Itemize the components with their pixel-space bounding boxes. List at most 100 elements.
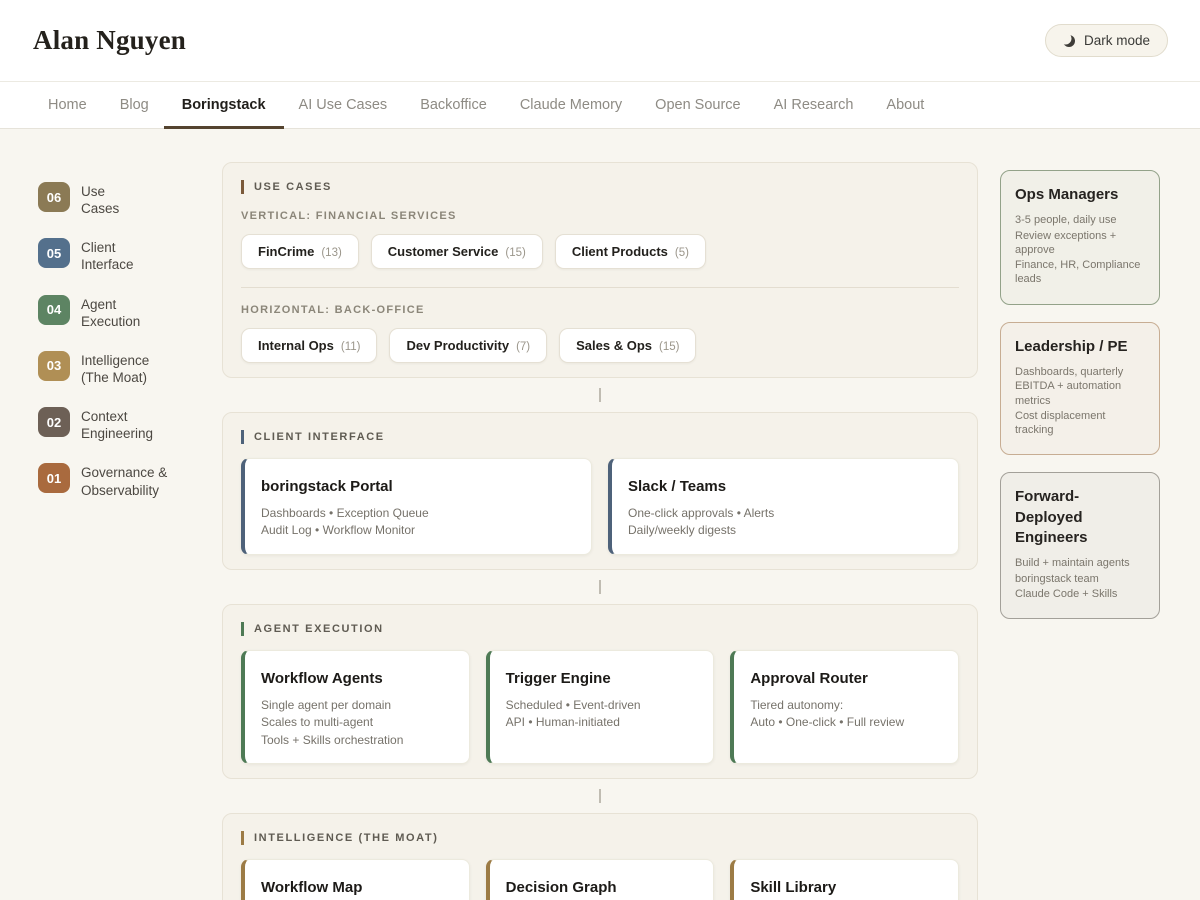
nav-item-boringstack[interactable]: Boringstack <box>182 82 266 128</box>
pill-sales-ops[interactable]: Sales & Ops (15) <box>559 328 696 363</box>
nav-item-ai-research[interactable]: AI Research <box>774 82 854 128</box>
pill-count: (13) <box>321 247 341 259</box>
persona-card-leadership-pe: Leadership / PE Dashboards, quarterly EB… <box>1000 322 1160 456</box>
section-header: CLIENT INTERFACE <box>241 430 959 444</box>
nav-item-ai-use-cases[interactable]: AI Use Cases <box>299 82 388 128</box>
nav-item-home[interactable]: Home <box>48 82 87 128</box>
persona-title: Forward-Deployed Engineers <box>1015 487 1145 548</box>
sidebar-item-use-cases[interactable]: 06 Use Cases <box>38 182 200 217</box>
card-title: Decision Graph <box>506 879 698 896</box>
sidebar-item-agent-execution[interactable]: 04 Agent Execution <box>38 295 200 330</box>
nav-item-blog[interactable]: Blog <box>120 82 149 128</box>
sidebar-item-label: Context Engineering <box>81 407 153 442</box>
persona-line: Build + maintain agents <box>1015 556 1145 570</box>
group-heading-vertical: VERTICAL: FINANCIAL SERVICES <box>241 210 959 222</box>
persona-title: Leadership / PE <box>1015 337 1145 357</box>
section-accent-bar <box>241 622 244 636</box>
sidebar-item-label: Intelligence (The Moat) <box>81 351 149 386</box>
nav-item-backoffice[interactable]: Backoffice <box>420 82 487 128</box>
dark-mode-label: Dark mode <box>1084 33 1150 48</box>
pill-count: (5) <box>675 247 689 259</box>
card-workflow-agents: Workflow Agents Single agent per domain … <box>241 650 470 764</box>
persona-line: Finance, HR, Compliance leads <box>1015 258 1145 287</box>
persona-card-ops-managers: Ops Managers 3-5 people, daily use Revie… <box>1000 170 1160 305</box>
nav-item-open-source[interactable]: Open Source <box>655 82 740 128</box>
pill-count: (11) <box>341 341 361 353</box>
sidebar-item-label: Governance & Observability <box>81 463 167 498</box>
flow-connector <box>222 786 978 806</box>
card-title: Workflow Map <box>261 879 453 896</box>
card-title: Approval Router <box>750 670 942 687</box>
persona-title: Ops Managers <box>1015 185 1145 205</box>
card-trigger-engine: Trigger Engine Scheduled • Event-driven … <box>486 650 715 764</box>
site-logo[interactable]: Alan Nguyen <box>33 25 186 56</box>
persona-line: Review exceptions + approve <box>1015 229 1145 258</box>
card-decision-graph: Decision Graph <box>486 859 715 900</box>
section-accent-bar <box>241 831 244 845</box>
persona-line: Dashboards, quarterly EBITDA + automatio… <box>1015 365 1145 408</box>
card-grid: Workflow Agents Single agent per domain … <box>241 650 959 764</box>
card-line: Tools + Skills orchestration <box>261 732 453 749</box>
card-line: Daily/weekly digests <box>628 522 942 539</box>
sidebar-item-governance[interactable]: 01 Governance & Observability <box>38 463 200 498</box>
sidebar-item-context-engineering[interactable]: 02 Context Engineering <box>38 407 200 442</box>
card-title: Slack / Teams <box>628 478 942 495</box>
intelligence-panel: INTELLIGENCE (THE MOAT) Workflow Map Dec… <box>222 813 978 900</box>
card-line: Dashboards • Exception Queue <box>261 505 575 522</box>
sidebar-item-label: Use Cases <box>81 182 119 217</box>
card-line: Single agent per domain <box>261 697 453 714</box>
section-title: USE CASES <box>254 181 332 193</box>
nav-item-about[interactable]: About <box>886 82 924 128</box>
card-line: Scales to multi-agent <box>261 714 453 731</box>
section-accent-bar <box>241 180 244 194</box>
sidebar-item-label: Agent Execution <box>81 295 140 330</box>
section-header: AGENT EXECUTION <box>241 622 959 636</box>
card-line: Audit Log • Workflow Monitor <box>261 522 575 539</box>
group-heading-horizontal: HORIZONTAL: BACK-OFFICE <box>241 304 959 316</box>
card-line: Auto • One-click • Full review <box>750 714 942 731</box>
pill-customer-service[interactable]: Customer Service (15) <box>371 234 543 269</box>
pill-internal-ops[interactable]: Internal Ops (11) <box>241 328 377 363</box>
step-badge-05: 05 <box>38 238 70 268</box>
sidebar-item-label: Client Interface <box>81 238 134 273</box>
pill-count: (15) <box>505 247 525 259</box>
nav-item-claude-memory[interactable]: Claude Memory <box>520 82 622 128</box>
primary-nav: Home Blog Boringstack AI Use Cases Backo… <box>0 82 1200 129</box>
pill-fincrime[interactable]: FinCrime (13) <box>241 234 359 269</box>
pill-dev-productivity[interactable]: Dev Productivity (7) <box>389 328 547 363</box>
persona-line: boringstack team <box>1015 572 1145 586</box>
site-header: Alan Nguyen Dark mode <box>0 0 1200 82</box>
client-interface-panel: CLIENT INTERFACE boringstack Portal Dash… <box>222 412 978 570</box>
page-content: 06 Use Cases 05 Client Interface 04 Agen… <box>0 129 1200 900</box>
section-header: USE CASES <box>241 180 959 194</box>
card-grid: Workflow Map Decision Graph Skill Librar… <box>241 859 959 900</box>
architecture-stack: USE CASES VERTICAL: FINANCIAL SERVICES F… <box>222 162 978 900</box>
personas-sidebar: Ops Managers 3-5 people, daily use Revie… <box>1000 162 1160 900</box>
section-title: CLIENT INTERFACE <box>254 431 385 443</box>
dark-mode-toggle[interactable]: Dark mode <box>1045 24 1168 57</box>
persona-card-forward-deployed-engineers: Forward-Deployed Engineers Build + maint… <box>1000 472 1160 619</box>
pill-count: (7) <box>516 341 530 353</box>
card-line: Scheduled • Event-driven <box>506 697 698 714</box>
step-badge-01: 01 <box>38 463 70 493</box>
card-boringstack-portal: boringstack Portal Dashboards • Exceptio… <box>241 458 592 555</box>
sidebar-item-intelligence[interactable]: 03 Intelligence (The Moat) <box>38 351 200 386</box>
card-slack-teams: Slack / Teams One-click approvals • Aler… <box>608 458 959 555</box>
agent-execution-panel: AGENT EXECUTION Workflow Agents Single a… <box>222 604 978 779</box>
flow-connector <box>222 385 978 405</box>
persona-line: Claude Code + Skills <box>1015 587 1145 601</box>
section-header: INTELLIGENCE (THE MOAT) <box>241 831 959 845</box>
pill-client-products[interactable]: Client Products (5) <box>555 234 706 269</box>
sidebar-item-client-interface[interactable]: 05 Client Interface <box>38 238 200 273</box>
section-title: INTELLIGENCE (THE MOAT) <box>254 832 438 844</box>
card-title: Skill Library <box>750 879 942 896</box>
flow-connector <box>222 577 978 597</box>
persona-line: Cost displacement tracking <box>1015 409 1145 438</box>
step-badge-04: 04 <box>38 295 70 325</box>
group-divider <box>241 287 959 288</box>
card-line: One-click approvals • Alerts <box>628 505 942 522</box>
step-badge-03: 03 <box>38 351 70 381</box>
card-skill-library: Skill Library <box>730 859 959 900</box>
card-approval-router: Approval Router Tiered autonomy: Auto • … <box>730 650 959 764</box>
pill-row: FinCrime (13) Customer Service (15) Clie… <box>241 234 959 269</box>
